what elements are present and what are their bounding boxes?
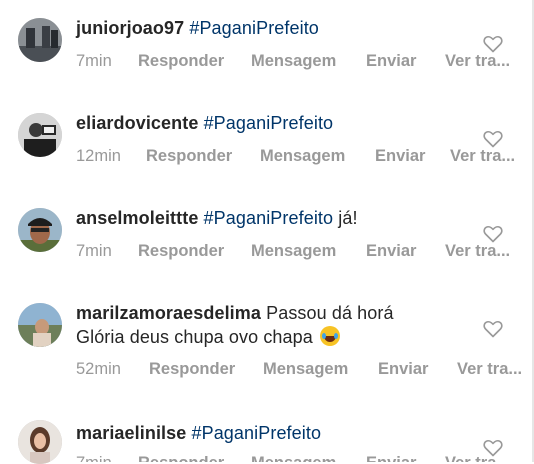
comment-time: 12min [76, 147, 121, 165]
reply-button[interactable]: Responder [149, 360, 235, 379]
heart-outline-icon[interactable] [483, 130, 503, 148]
comment-actions: 52min Responder Mensagem Enviar Ver tra.… [76, 360, 534, 384]
message-button[interactable]: Mensagem [263, 360, 348, 379]
comment-time: 7min [76, 454, 112, 462]
hashtag-link[interactable]: #PaganiPrefeito [204, 208, 334, 228]
comment-actions: 7min Responder Mensagem Enviar Ver tra..… [76, 242, 534, 266]
hashtag-link[interactable]: #PaganiPrefeito [189, 18, 319, 38]
message-button[interactable]: Mensagem [251, 454, 336, 462]
comment-username[interactable]: marilzamoraesdelima [76, 303, 261, 323]
comment-actions: 7min Responder Mensagem Enviar Ver tra..… [76, 52, 534, 76]
comment-text: anselmoleittte #PaganiPrefeito já! [76, 206, 471, 230]
comment-text: mariaelinilse #PaganiPrefeito [76, 421, 471, 445]
send-button[interactable]: Enviar [366, 242, 416, 261]
reply-button[interactable]: Responder [138, 52, 224, 71]
reply-button[interactable]: Responder [146, 147, 232, 166]
comment-username[interactable]: mariaelinilse [76, 423, 186, 443]
reply-button[interactable]: Responder [138, 242, 224, 261]
reply-button[interactable]: Responder [138, 454, 224, 462]
comment-body: já! [333, 208, 358, 228]
message-button[interactable]: Mensagem [251, 242, 336, 261]
comment-actions: 7min Responder Mensagem Enviar Ver tra..… [76, 454, 534, 462]
see-translation-button[interactable]: Ver tra... [445, 52, 510, 71]
hashtag-link[interactable]: #PaganiPrefeito [191, 423, 321, 443]
comment-username[interactable]: eliardovicente [76, 113, 198, 133]
avatar[interactable] [18, 420, 62, 464]
comment-time: 7min [76, 242, 112, 260]
message-button[interactable]: Mensagem [251, 52, 336, 71]
tears-of-joy-emoji [319, 326, 340, 346]
see-translation-button[interactable]: Ver tra... [445, 242, 510, 261]
avatar[interactable] [18, 18, 62, 62]
heart-outline-icon[interactable] [483, 225, 503, 243]
see-translation-button[interactable]: Ver tra... [450, 147, 515, 166]
avatar[interactable] [18, 208, 62, 252]
comment-time: 7min [76, 52, 112, 70]
comment-text: juniorjoao97 #PaganiPrefeito [76, 16, 471, 40]
send-button[interactable]: Enviar [375, 147, 425, 166]
comment-username[interactable]: juniorjoao97 [76, 18, 184, 38]
message-button[interactable]: Mensagem [260, 147, 345, 166]
see-translation-button[interactable]: Ver tra... [457, 360, 522, 379]
send-button[interactable]: Enviar [366, 454, 416, 462]
heart-outline-icon[interactable] [483, 320, 503, 338]
comment-body-line2: Glória deus chupa ovo chapa [76, 327, 313, 347]
heart-outline-icon[interactable] [483, 439, 503, 457]
send-button[interactable]: Enviar [366, 52, 416, 71]
comment-time: 52min [76, 360, 121, 378]
comment-text: marilzamoraesdelima Passou dá horá Glóri… [76, 301, 471, 349]
avatar[interactable] [18, 303, 62, 347]
comment-username[interactable]: anselmoleittte [76, 208, 198, 228]
hashtag-link[interactable]: #PaganiPrefeito [204, 113, 334, 133]
heart-outline-icon[interactable] [483, 35, 503, 53]
avatar[interactable] [18, 113, 62, 157]
comment-actions: 12min Responder Mensagem Enviar Ver tra.… [76, 147, 534, 171]
send-button[interactable]: Enviar [378, 360, 428, 379]
comment-text: eliardovicente #PaganiPrefeito [76, 111, 471, 135]
comment-body: Passou dá horá [266, 303, 394, 323]
